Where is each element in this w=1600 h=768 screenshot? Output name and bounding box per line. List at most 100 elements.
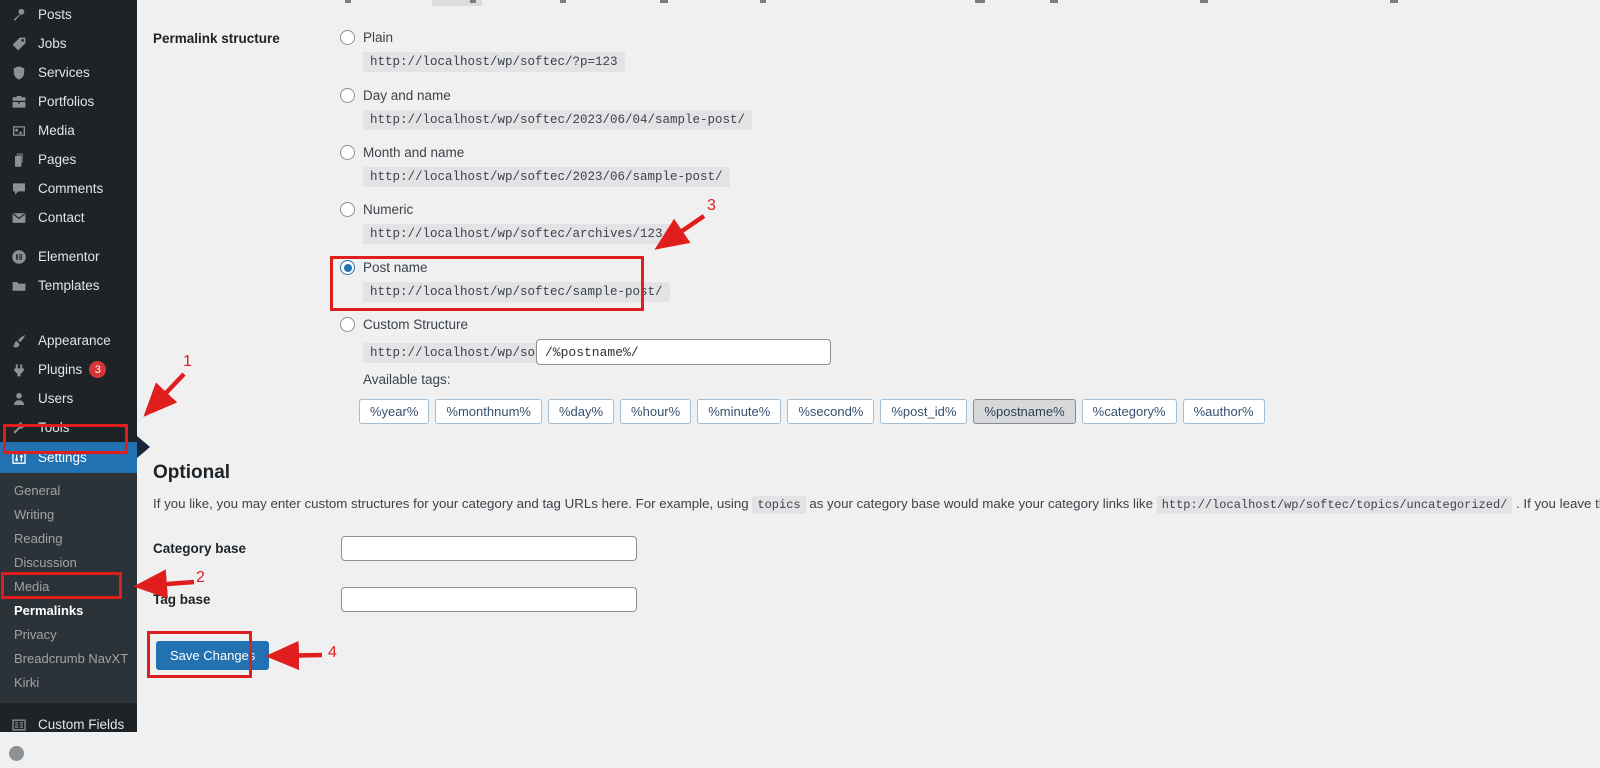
sidebar-item-label: Templates — [38, 278, 100, 293]
circle-icon — [9, 746, 24, 761]
sidebar-item-pages[interactable]: Pages — [0, 145, 137, 174]
radio-label: Plain — [363, 30, 393, 45]
wrench-icon — [9, 418, 29, 438]
tag-button-minute[interactable]: %minute% — [697, 399, 781, 424]
permalink-example-numeric: http://localhost/wp/softec/archives/123 — [363, 224, 670, 244]
permalink-example-post-name: http://localhost/wp/softec/sample-post/ — [363, 282, 670, 302]
radio-option-numeric[interactable]: Numeric — [340, 202, 413, 217]
admin-sidebar: Posts Jobs Services Portfolios Media Pag… — [0, 0, 137, 732]
radio-icon[interactable] — [340, 145, 355, 160]
permalink-structure-label: Permalink structure — [153, 31, 280, 46]
radio-option-plain[interactable]: Plain — [340, 30, 393, 45]
sidebar-item-templates[interactable]: Templates — [0, 271, 137, 300]
radio-checked-icon[interactable] — [340, 260, 355, 275]
radio-label: Custom Structure — [363, 317, 468, 332]
sidebar-item-appearance[interactable]: Appearance — [0, 326, 137, 355]
sidebar-item-label: Settings — [38, 450, 87, 465]
sidebar-item-label: Jobs — [38, 36, 67, 51]
sidebar-item-settings[interactable]: Settings — [0, 442, 137, 473]
submenu-item-permalinks[interactable]: Permalinks — [0, 599, 137, 623]
radio-label: Month and name — [363, 145, 464, 160]
radio-icon[interactable] — [340, 88, 355, 103]
tag-button-hour[interactable]: %hour% — [620, 399, 691, 424]
description-text: . If you leave these blank the defaults … — [1516, 496, 1600, 511]
tag-base-label: Tag base — [153, 592, 211, 607]
sidebar-item-label: Users — [38, 391, 73, 406]
permalink-example-month-name: http://localhost/wp/softec/2023/06/sampl… — [363, 167, 730, 187]
sidebar-item-label: Posts — [38, 7, 72, 22]
radio-option-day-and-name[interactable]: Day and name — [340, 88, 451, 103]
sidebar-item-elementor[interactable]: Elementor — [0, 242, 137, 271]
submenu-item-kirki[interactable]: Kirki — [0, 671, 137, 695]
permalink-example-day-name: http://localhost/wp/softec/2023/06/04/sa… — [363, 110, 752, 130]
description-text: If you like, you may enter custom struct… — [153, 496, 749, 511]
save-changes-button[interactable]: Save Changes — [156, 641, 269, 670]
sidebar-item-portfolios[interactable]: Portfolios — [0, 87, 137, 116]
sidebar-item-label: Services — [38, 65, 90, 80]
sidebar-item-label: Media — [38, 123, 75, 138]
briefcase-icon — [9, 92, 29, 112]
custom-structure-input[interactable] — [536, 339, 831, 365]
tag-button-year[interactable]: %year% — [359, 399, 429, 424]
tag-base-input[interactable] — [341, 587, 637, 612]
sidebar-item-plugins[interactable]: Plugins 3 — [0, 355, 137, 384]
tag-button-author[interactable]: %author% — [1183, 399, 1265, 424]
available-tags-label: Available tags: — [363, 372, 451, 387]
sidebar-item-label: Pages — [38, 152, 76, 167]
menu-separator — [0, 232, 137, 242]
submenu-item-privacy[interactable]: Privacy — [0, 623, 137, 647]
radio-option-month-and-name[interactable]: Month and name — [340, 145, 464, 160]
tag-button-monthnum[interactable]: %monthnum% — [435, 399, 542, 424]
tag-button-post-id[interactable]: %post_id% — [880, 399, 967, 424]
sidebar-item-partial[interactable] — [0, 739, 137, 768]
sidebar-item-contact[interactable]: Contact — [0, 203, 137, 232]
submenu-item-general[interactable]: General — [0, 479, 137, 503]
category-base-input[interactable] — [341, 536, 637, 561]
category-base-label: Category base — [153, 541, 246, 556]
radio-icon[interactable] — [340, 202, 355, 217]
optional-description: If you like, you may enter custom struct… — [153, 496, 1600, 512]
permalink-example-plain: http://localhost/wp/softec/?p=123 — [363, 52, 625, 72]
tag-button-second[interactable]: %second% — [787, 399, 874, 424]
sidebar-item-posts[interactable]: Posts — [0, 0, 137, 29]
radio-icon[interactable] — [340, 30, 355, 45]
sidebar-item-media[interactable]: Media — [0, 116, 137, 145]
shield-icon — [9, 63, 29, 83]
sidebar-item-comments[interactable]: Comments — [0, 174, 137, 203]
current-menu-pointer — [137, 436, 150, 458]
radio-label: Post name — [363, 260, 428, 275]
sidebar-item-custom-fields[interactable]: Custom Fields — [0, 710, 137, 739]
optional-heading: Optional — [153, 462, 230, 484]
sidebar-item-label: Comments — [38, 181, 103, 196]
pin-icon — [9, 5, 29, 25]
envelope-icon — [9, 208, 29, 228]
tag-button-postname[interactable]: %postname% — [973, 399, 1075, 424]
sidebar-item-label: Portfolios — [38, 94, 94, 109]
sidebar-item-services[interactable]: Services — [0, 58, 137, 87]
sidebar-item-tools[interactable]: Tools — [0, 413, 137, 442]
folder-icon — [9, 276, 29, 296]
tag-button-category[interactable]: %category% — [1082, 399, 1177, 424]
sidebar-item-label: Plugins — [38, 362, 82, 377]
sidebar-item-users[interactable]: Users — [0, 384, 137, 413]
radio-icon[interactable] — [340, 317, 355, 332]
brush-icon — [9, 331, 29, 351]
submenu-item-writing[interactable]: Writing — [0, 503, 137, 527]
sidebar-item-label: Contact — [38, 210, 85, 225]
sidebar-item-jobs[interactable]: Jobs — [0, 29, 137, 58]
media-icon — [9, 121, 29, 141]
submenu-item-breadcrumb-navxt[interactable]: Breadcrumb NavXT — [0, 647, 137, 671]
settings-sliders-icon — [9, 448, 29, 468]
tag-button-day[interactable]: %day% — [548, 399, 614, 424]
comment-icon — [9, 179, 29, 199]
radio-option-post-name[interactable]: Post name — [340, 260, 428, 275]
submenu-item-media[interactable]: Media — [0, 575, 137, 599]
plugins-update-badge: 3 — [89, 361, 106, 378]
permalink-settings-page: Permalink structure Plain http://localho… — [137, 0, 1600, 732]
radio-label: Day and name — [363, 88, 451, 103]
submenu-item-reading[interactable]: Reading — [0, 527, 137, 551]
radio-option-custom-structure[interactable]: Custom Structure — [340, 317, 468, 332]
sidebar-item-label: Tools — [38, 420, 70, 435]
available-tags-row: %year% %monthnum% %day% %hour% %minute% … — [359, 399, 1265, 424]
submenu-item-discussion[interactable]: Discussion — [0, 551, 137, 575]
